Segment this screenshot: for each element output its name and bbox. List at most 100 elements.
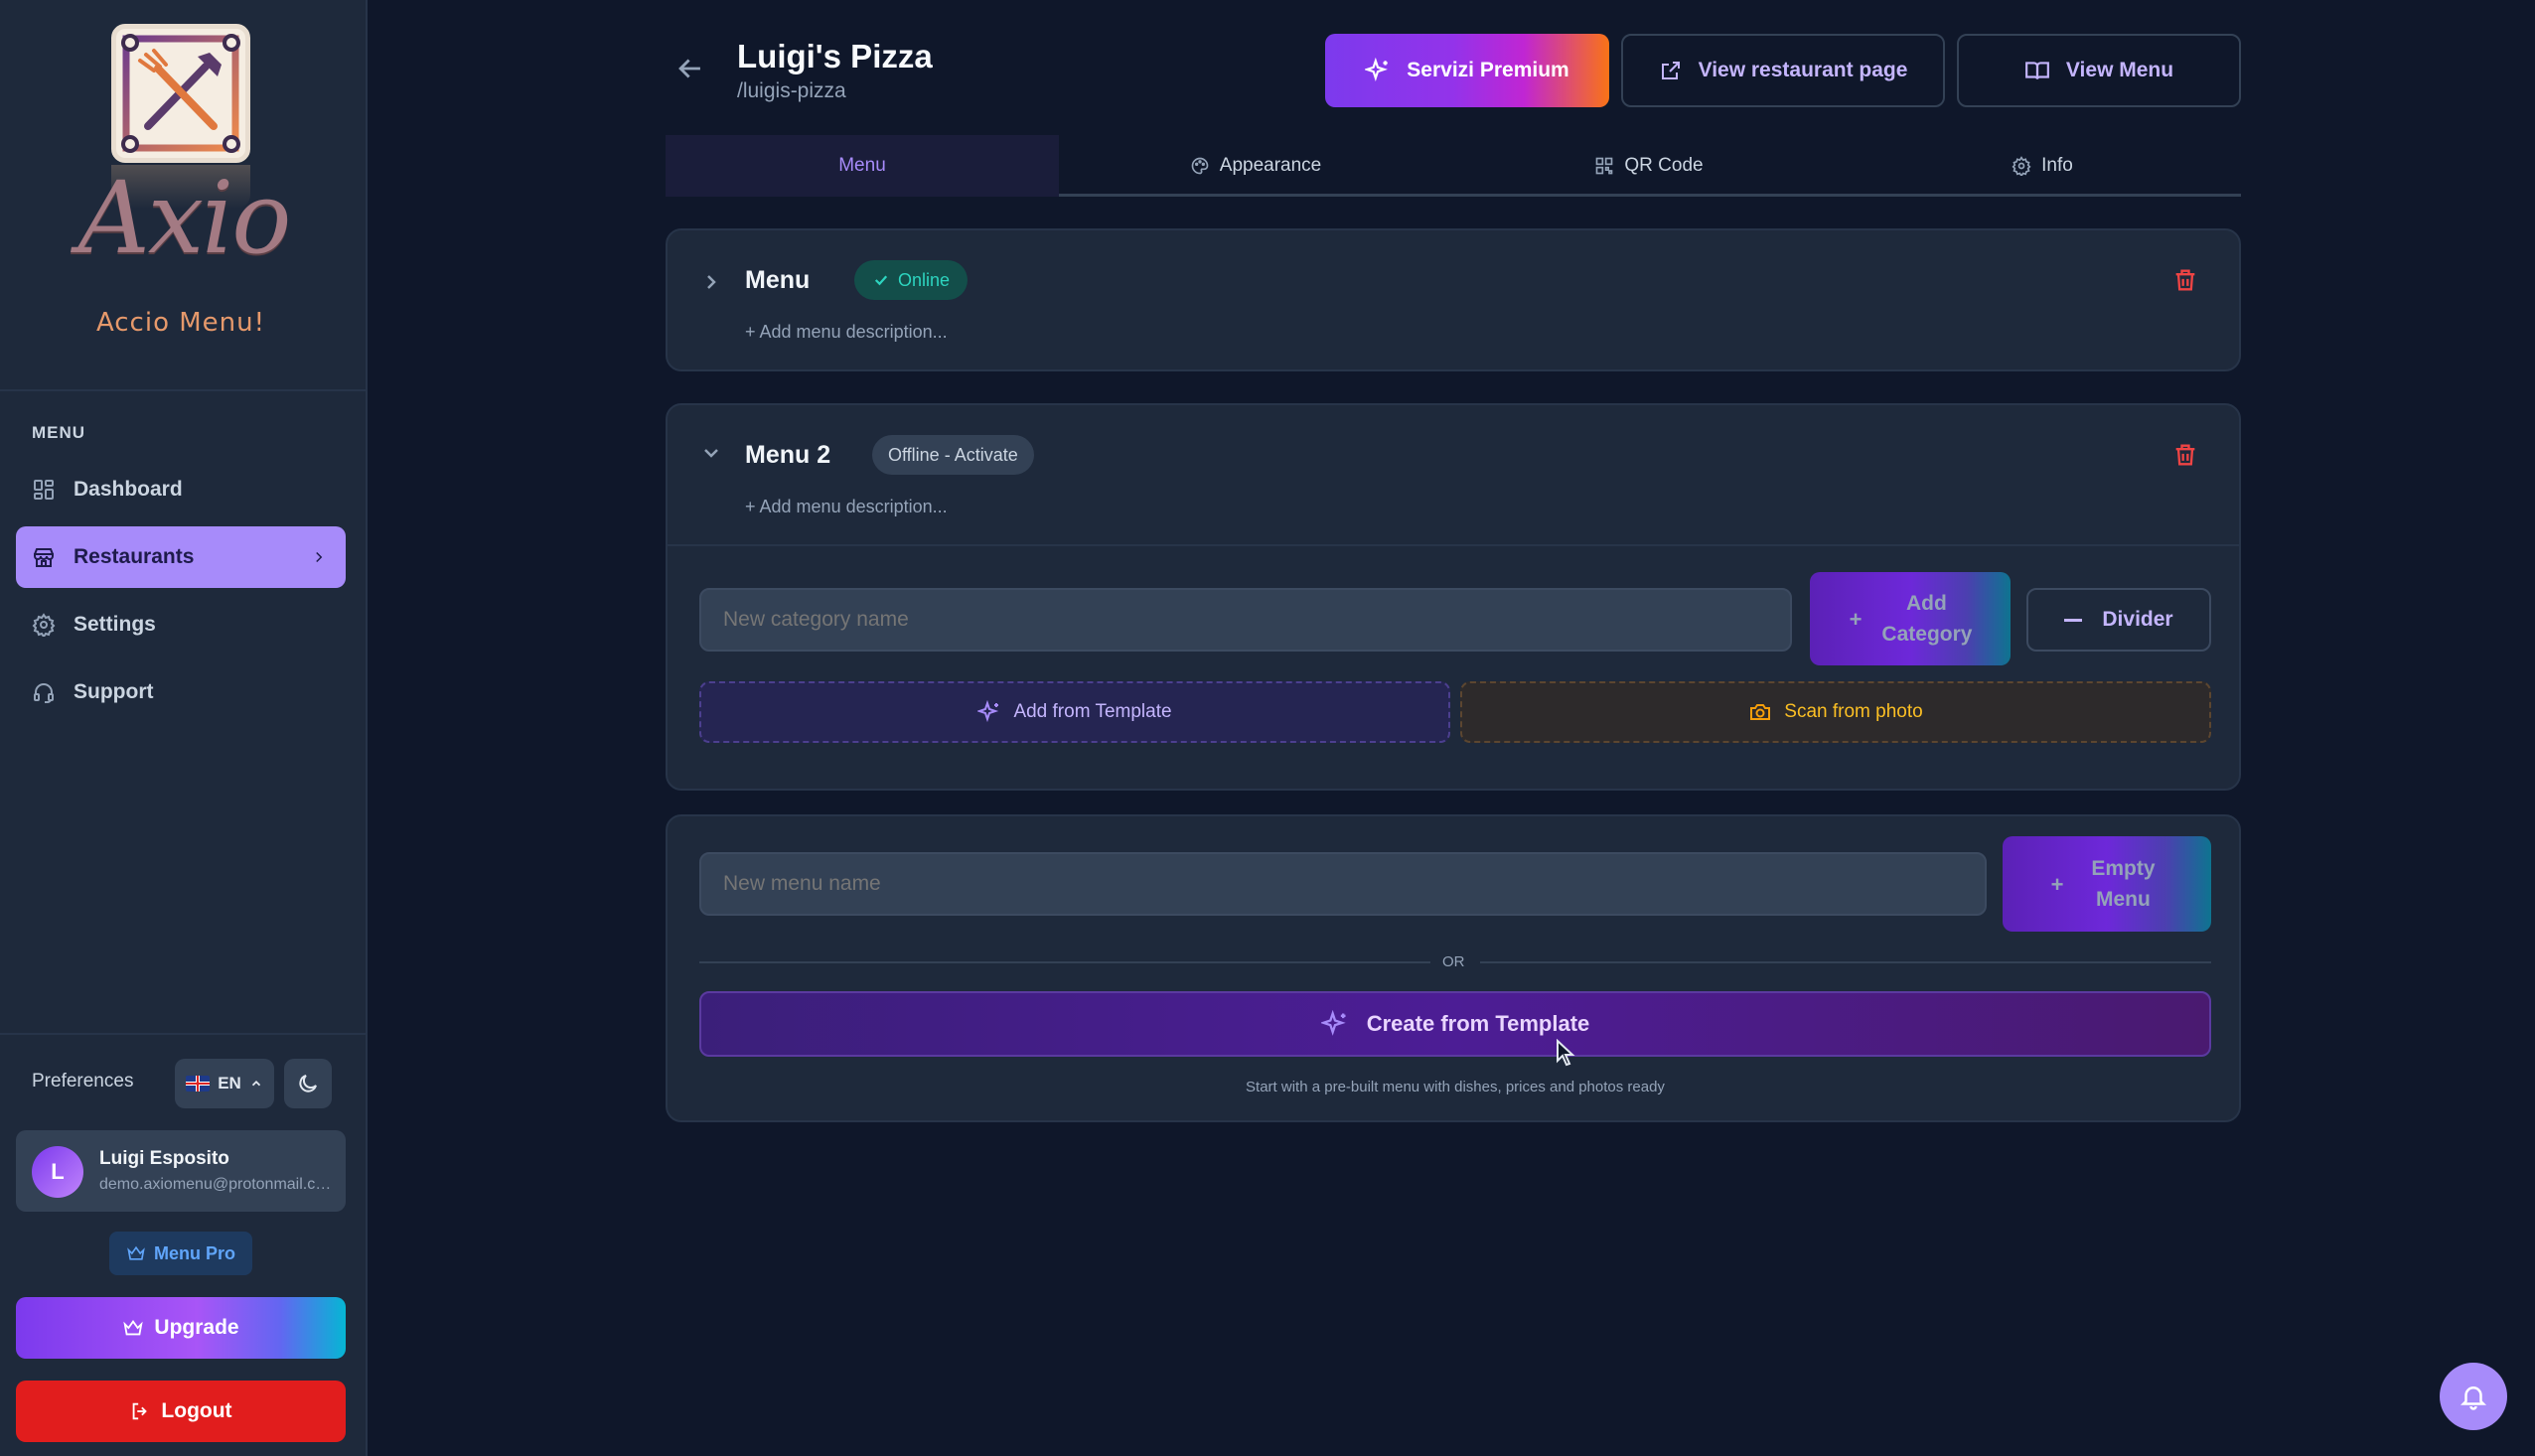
brand-tagline: Accio Menu!	[95, 308, 266, 338]
external-link-icon	[1661, 62, 1680, 79]
chevron-up-icon	[251, 1081, 260, 1087]
tab-menu[interactable]: Menu	[666, 135, 1059, 197]
empty-menu-button[interactable]: + Empty Menu	[2003, 836, 2211, 932]
moon-icon	[299, 1075, 317, 1092]
bell-icon	[2460, 1386, 2487, 1410]
sidebar-item-label: Support	[74, 680, 154, 703]
add-category-label: Add Category	[1881, 591, 1973, 647]
plan-badge-label: Menu Pro	[153, 1242, 235, 1263]
palette-icon	[1191, 157, 1209, 175]
premium-services-button[interactable]: Servizi Premium	[1325, 34, 1609, 107]
status-badge[interactable]: Online	[854, 260, 969, 300]
scan-from-photo-button[interactable]: Scan from photo	[1460, 681, 2211, 743]
trash-icon[interactable]	[2171, 441, 2199, 469]
plus-icon: +	[1849, 606, 1863, 632]
logout-button[interactable]: Logout	[16, 1381, 346, 1442]
add-description-link[interactable]: + Add menu description...	[745, 322, 948, 343]
view-menu-button[interactable]: View Menu	[1957, 34, 2241, 107]
language-selector[interactable]: EN	[175, 1059, 274, 1108]
or-divider-line	[1480, 961, 2211, 963]
store-icon	[34, 548, 54, 567]
plus-icon: +	[2050, 871, 2064, 897]
tab-bar: Menu Appearance QR Code Info	[666, 135, 2241, 197]
menu-name[interactable]: Menu 2	[745, 441, 830, 470]
add-category-button[interactable]: + Add Category	[1810, 572, 2011, 665]
sidebar-item-label: Settings	[74, 613, 156, 636]
chevron-right-icon	[316, 551, 323, 563]
plan-badge[interactable]: Menu Pro	[109, 1232, 252, 1275]
chevron-down-icon[interactable]	[699, 441, 723, 465]
logo-icon	[111, 24, 250, 163]
category-name-input[interactable]	[699, 588, 1792, 652]
book-open-icon	[2025, 62, 2049, 79]
camera-icon	[1750, 704, 1771, 720]
add-from-template-button[interactable]: Add from Template	[699, 681, 1450, 743]
sparkles-icon	[977, 700, 999, 723]
view-restaurant-page-button[interactable]: View restaurant page	[1621, 34, 1945, 107]
tab-info[interactable]: Info	[1846, 135, 2239, 197]
nav-section-label: MENU	[32, 423, 86, 442]
sidebar-item-dashboard[interactable]: Dashboard	[16, 459, 346, 520]
view-page-label: View restaurant page	[1698, 59, 1908, 81]
add-description-link[interactable]: + Add menu description...	[745, 497, 948, 517]
notifications-button[interactable]	[2440, 1363, 2507, 1430]
premium-label: Servizi Premium	[1407, 59, 1569, 81]
language-code: EN	[218, 1074, 241, 1092]
dashboard-icon	[34, 480, 54, 500]
page-title: Luigi's Pizza	[737, 38, 933, 74]
tab-appearance[interactable]: Appearance	[1059, 135, 1452, 197]
scan-photo-label: Scan from photo	[1784, 701, 1923, 722]
sidebar-item-settings[interactable]: Settings	[16, 594, 346, 655]
upgrade-button[interactable]: Upgrade	[16, 1297, 346, 1359]
tab-qr-code[interactable]: QR Code	[1452, 135, 1846, 197]
empty-menu-label: Empty Menu	[2091, 856, 2156, 912]
sidebar-divider	[0, 1033, 368, 1035]
gear-icon	[2012, 156, 2031, 176]
sparkles-icon	[1365, 58, 1389, 82]
minus-icon	[2064, 618, 2083, 622]
uk-flag-icon	[186, 1076, 211, 1092]
tab-label: QR Code	[1624, 155, 1704, 176]
tab-label: Info	[2041, 155, 2073, 176]
create-template-label: Create from Template	[1366, 1011, 1590, 1036]
create-from-template-button[interactable]: Create from Template	[699, 991, 2211, 1057]
qr-code-icon	[1596, 157, 1613, 175]
view-menu-label: View Menu	[2065, 59, 2174, 81]
status-label: Online	[898, 269, 951, 290]
or-divider-text: OR	[1442, 953, 1465, 970]
headset-icon	[34, 683, 54, 704]
theme-toggle-button[interactable]	[284, 1059, 332, 1108]
preferences-label: Preferences	[32, 1071, 134, 1092]
add-divider-button[interactable]: Divider	[2026, 588, 2211, 652]
trash-icon[interactable]	[2171, 266, 2199, 294]
menu-name[interactable]: Menu	[745, 266, 810, 295]
status-badge[interactable]: Offline - Activate	[872, 435, 1034, 475]
mouse-cursor-icon	[1557, 1039, 1575, 1067]
add-template-label: Add from Template	[1013, 701, 1172, 722]
avatar: L	[32, 1146, 83, 1198]
gear-icon	[32, 613, 56, 637]
sidebar-item-label: Restaurants	[74, 545, 195, 568]
menu-card: Menu Online + Add menu description...	[666, 228, 2241, 371]
sidebar-divider	[0, 389, 368, 391]
crown-icon	[127, 1245, 145, 1260]
upgrade-label: Upgrade	[154, 1316, 239, 1339]
user-name: Luigi Esposito	[99, 1148, 229, 1169]
template-hint-text: Start with a pre-built menu with dishes,…	[1246, 1079, 1665, 1095]
chevron-right-icon[interactable]	[699, 270, 723, 294]
back-arrow-icon[interactable]	[673, 52, 707, 85]
sidebar: Axio Accio Menu! MENU Dashboard Restaura…	[0, 0, 368, 1456]
sidebar-item-support[interactable]: Support	[16, 661, 346, 723]
menu-card: Menu 2 Offline - Activate + Add menu des…	[666, 403, 2241, 791]
card-divider	[668, 544, 2239, 546]
menu-name-input[interactable]	[699, 852, 1987, 916]
logout-icon	[133, 1402, 148, 1420]
tab-label: Appearance	[1219, 155, 1322, 176]
check-icon	[874, 275, 888, 286]
divider-label: Divider	[2102, 608, 2173, 631]
user-email: demo.axiomenu@protonmail.com	[99, 1176, 334, 1193]
tab-label: Menu	[838, 155, 886, 176]
user-profile-card[interactable]: L Luigi Esposito demo.axiomenu@protonmai…	[16, 1130, 346, 1212]
sidebar-item-restaurants[interactable]: Restaurants	[16, 526, 346, 588]
sidebar-item-label: Dashboard	[74, 478, 183, 501]
